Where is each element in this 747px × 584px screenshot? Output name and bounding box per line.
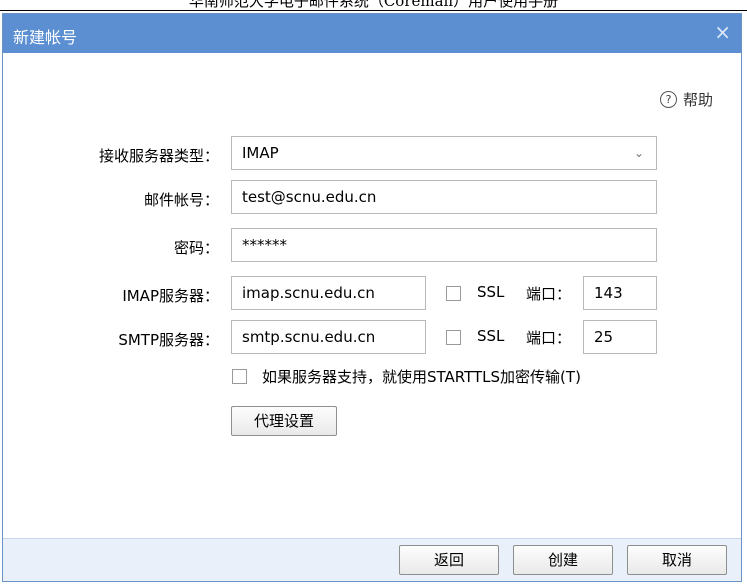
imap-ssl-label: SSL [477, 283, 505, 301]
smtp-server-label: SMTP服务器： [118, 331, 219, 349]
starttls-checkbox[interactable] [232, 369, 247, 384]
document-header-text: 华南师范大学电子邮件系统（Coremail）用户使用手册 [188, 0, 559, 10]
imap-port-field[interactable]: 143 [583, 276, 657, 310]
help-link[interactable]: ? 帮助 [659, 89, 713, 110]
server-type-select[interactable]: IMAP ⌄ [231, 136, 657, 170]
imap-port-value: 143 [594, 284, 623, 302]
smtp-server-value: smtp.scnu.edu.cn [242, 328, 376, 346]
account-field[interactable]: test@scnu.edu.cn [231, 180, 657, 214]
imap-server-value: imap.scnu.edu.cn [242, 284, 375, 302]
close-icon[interactable]: × [714, 22, 731, 42]
imap-port-label: 端口： [526, 285, 572, 303]
smtp-ssl-checkbox[interactable] [446, 330, 461, 345]
account-label: 邮件帐号： [143, 191, 219, 209]
smtp-port-label: 端口： [526, 329, 572, 347]
dialog-title: 新建帐号 [13, 28, 78, 47]
back-button[interactable]: 返回 [399, 545, 499, 575]
smtp-ssl-label: SSL [477, 327, 505, 345]
account-value: test@scnu.edu.cn [242, 188, 377, 206]
imap-ssl-checkbox[interactable] [446, 286, 461, 301]
chevron-down-icon: ⌄ [633, 146, 644, 160]
smtp-server-field[interactable]: smtp.scnu.edu.cn [231, 320, 426, 354]
smtp-port-value: 25 [594, 328, 614, 346]
imap-server-label: IMAP服务器： [122, 287, 219, 305]
dialog-footer: 返回 创建 取消 [3, 538, 741, 581]
help-icon: ? [659, 91, 677, 108]
smtp-port-field[interactable]: 25 [583, 320, 657, 354]
server-type-value: IMAP [242, 144, 279, 162]
document-header: 华南师范大学电子邮件系统（Coremail）用户使用手册 [0, 0, 747, 11]
new-account-dialog: 新建帐号 × ? 帮助 接收服务器类型： IMAP ⌄ 邮件帐号： test@s… [2, 13, 742, 582]
cancel-button[interactable]: 取消 [627, 545, 727, 575]
password-value: ****** [242, 236, 287, 254]
server-type-label: 接收服务器类型： [98, 147, 219, 165]
imap-server-field[interactable]: imap.scnu.edu.cn [231, 276, 426, 310]
dialog-titlebar: 新建帐号 × [3, 14, 741, 53]
create-button[interactable]: 创建 [513, 545, 613, 575]
password-label: 密码： [173, 239, 219, 257]
proxy-settings-button[interactable]: 代理设置 [231, 406, 337, 436]
password-field[interactable]: ****** [231, 228, 657, 262]
help-label: 帮助 [682, 91, 713, 109]
starttls-label: 如果服务器支持，就使用STARTTLS加密传输(T) [262, 368, 581, 386]
